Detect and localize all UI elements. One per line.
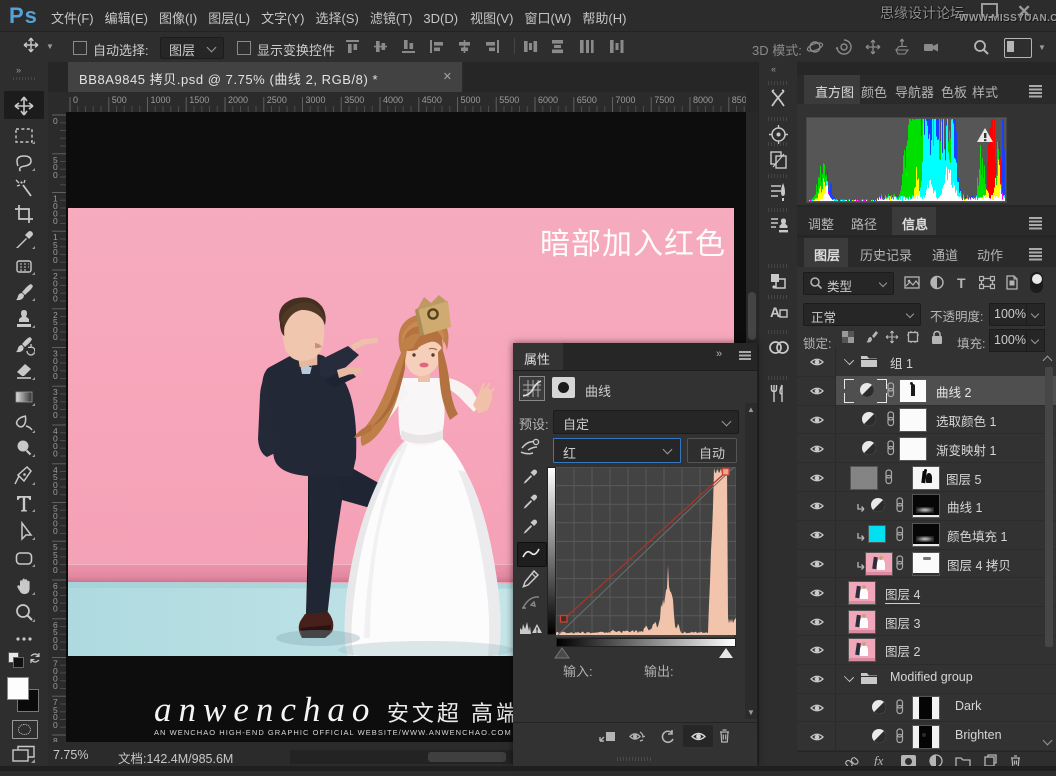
svg-text:0: 0 xyxy=(53,294,58,304)
svg-text:0: 0 xyxy=(53,642,58,652)
svg-text:0: 0 xyxy=(53,410,58,420)
svg-text:7000: 7000 xyxy=(616,95,636,105)
svg-text:0: 0 xyxy=(53,526,58,536)
svg-text:暗部加入红色: 暗部加入红色 xyxy=(540,228,726,261)
svg-text:6500: 6500 xyxy=(577,95,597,105)
svg-text:0: 0 xyxy=(53,371,58,381)
svg-text:4000: 4000 xyxy=(383,95,403,105)
svg-text:0: 0 xyxy=(53,681,58,691)
svg-text:T: T xyxy=(957,275,966,290)
svg-text:3500: 3500 xyxy=(344,95,364,105)
svg-text:0: 0 xyxy=(53,216,58,226)
svg-text:0: 0 xyxy=(53,332,58,342)
svg-text:4500: 4500 xyxy=(422,95,442,105)
svg-text:0: 0 xyxy=(53,565,58,575)
svg-text:1500: 1500 xyxy=(189,95,209,105)
svg-text:A: A xyxy=(770,304,780,320)
svg-text:3000: 3000 xyxy=(306,95,326,105)
svg-text:2500: 2500 xyxy=(267,95,287,105)
svg-text:0: 0 xyxy=(53,720,58,730)
svg-text:5000: 5000 xyxy=(461,95,481,105)
svg-text:0: 0 xyxy=(53,449,58,459)
svg-text:8000: 8000 xyxy=(693,95,713,105)
svg-text:0: 0 xyxy=(53,116,58,126)
svg-text:7500: 7500 xyxy=(654,95,674,105)
svg-text:2000: 2000 xyxy=(228,95,248,105)
svg-text:500: 500 xyxy=(112,95,127,105)
svg-text:0: 0 xyxy=(53,487,58,497)
svg-text:0: 0 xyxy=(53,255,58,265)
svg-text:8500: 8500 xyxy=(732,95,746,105)
svg-text:0: 0 xyxy=(73,95,78,105)
svg-text:0: 0 xyxy=(53,170,58,180)
svg-text:6000: 6000 xyxy=(538,95,558,105)
svg-text:1000: 1000 xyxy=(151,95,171,105)
svg-text:5500: 5500 xyxy=(499,95,519,105)
svg-text:0: 0 xyxy=(53,604,58,614)
